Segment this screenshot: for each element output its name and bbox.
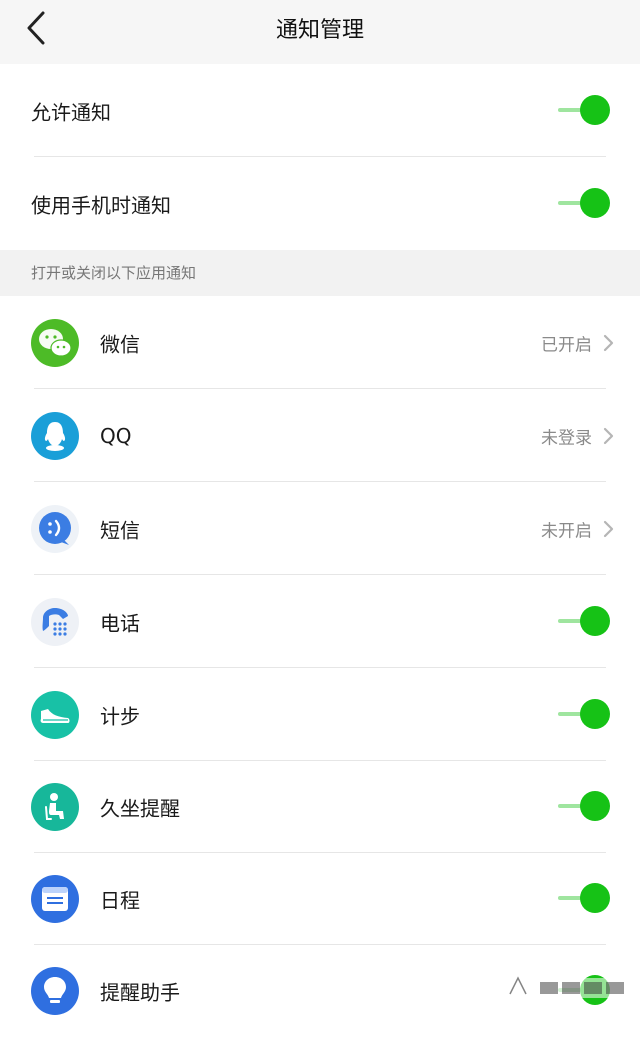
app-row-phone[interactable]: 电话 <box>0 575 640 668</box>
toggle-knob <box>580 188 610 218</box>
allow-notifications-toggle[interactable] <box>558 95 610 127</box>
calendar-notification-toggle[interactable] <box>558 883 610 915</box>
app-row-sitting[interactable]: 久坐提醒 <box>0 761 640 853</box>
app-label: 短信 <box>100 514 140 543</box>
in-use-notifications-row[interactable]: 使用手机时通知 <box>0 157 640 250</box>
chevron-right-icon <box>600 519 616 539</box>
phone-icon <box>31 598 79 646</box>
chevron-right-icon <box>600 426 616 446</box>
section-title: 打开或关闭以下应用通知 <box>31 262 196 283</box>
app-row-steps[interactable]: 计步 <box>0 668 640 761</box>
app-row-wechat[interactable]: 微信 已开启 <box>0 296 640 389</box>
toggle-knob <box>580 95 610 125</box>
in-use-notifications-toggle[interactable] <box>558 188 610 220</box>
chevron-right-icon <box>600 333 616 353</box>
allow-notifications-row[interactable]: 允许通知 <box>0 64 640 157</box>
steps-notification-toggle[interactable] <box>558 699 610 731</box>
toggle-knob <box>580 791 610 821</box>
app-label: 久坐提醒 <box>100 793 180 822</box>
status-text: 未登录 <box>541 423 592 448</box>
nav-bar: 通知管理 <box>0 0 640 64</box>
sms-icon <box>31 505 79 553</box>
calendar-icon <box>31 875 79 923</box>
bulb-icon <box>31 967 79 1015</box>
allow-notifications-label: 允许通知 <box>31 96 111 125</box>
app-label: 微信 <box>100 328 140 357</box>
sitting-notification-toggle[interactable] <box>558 791 610 823</box>
section-header: 打开或关闭以下应用通知 <box>0 250 640 296</box>
watermark-logo <box>496 964 636 1008</box>
toggle-knob <box>580 606 610 636</box>
wechat-icon <box>31 319 79 367</box>
app-label: QQ <box>100 424 131 448</box>
page-title: 通知管理 <box>0 12 640 44</box>
app-label: 日程 <box>100 885 140 914</box>
status-text: 已开启 <box>541 330 592 355</box>
sitting-icon <box>31 783 79 831</box>
app-label: 电话 <box>100 607 140 636</box>
toggle-knob <box>580 699 610 729</box>
app-row-qq[interactable]: QQ 未登录 <box>0 389 640 482</box>
phone-notification-toggle[interactable] <box>558 606 610 638</box>
shoe-icon <box>31 691 79 739</box>
in-use-notifications-label: 使用手机时通知 <box>31 189 171 218</box>
app-label: 计步 <box>100 700 140 729</box>
app-row-sms[interactable]: 短信 未开启 <box>0 482 640 575</box>
status-text: 未开启 <box>541 516 592 541</box>
app-label: 提醒助手 <box>100 977 180 1006</box>
app-row-calendar[interactable]: 日程 <box>0 853 640 945</box>
qq-icon <box>31 412 79 460</box>
toggle-knob <box>580 883 610 913</box>
